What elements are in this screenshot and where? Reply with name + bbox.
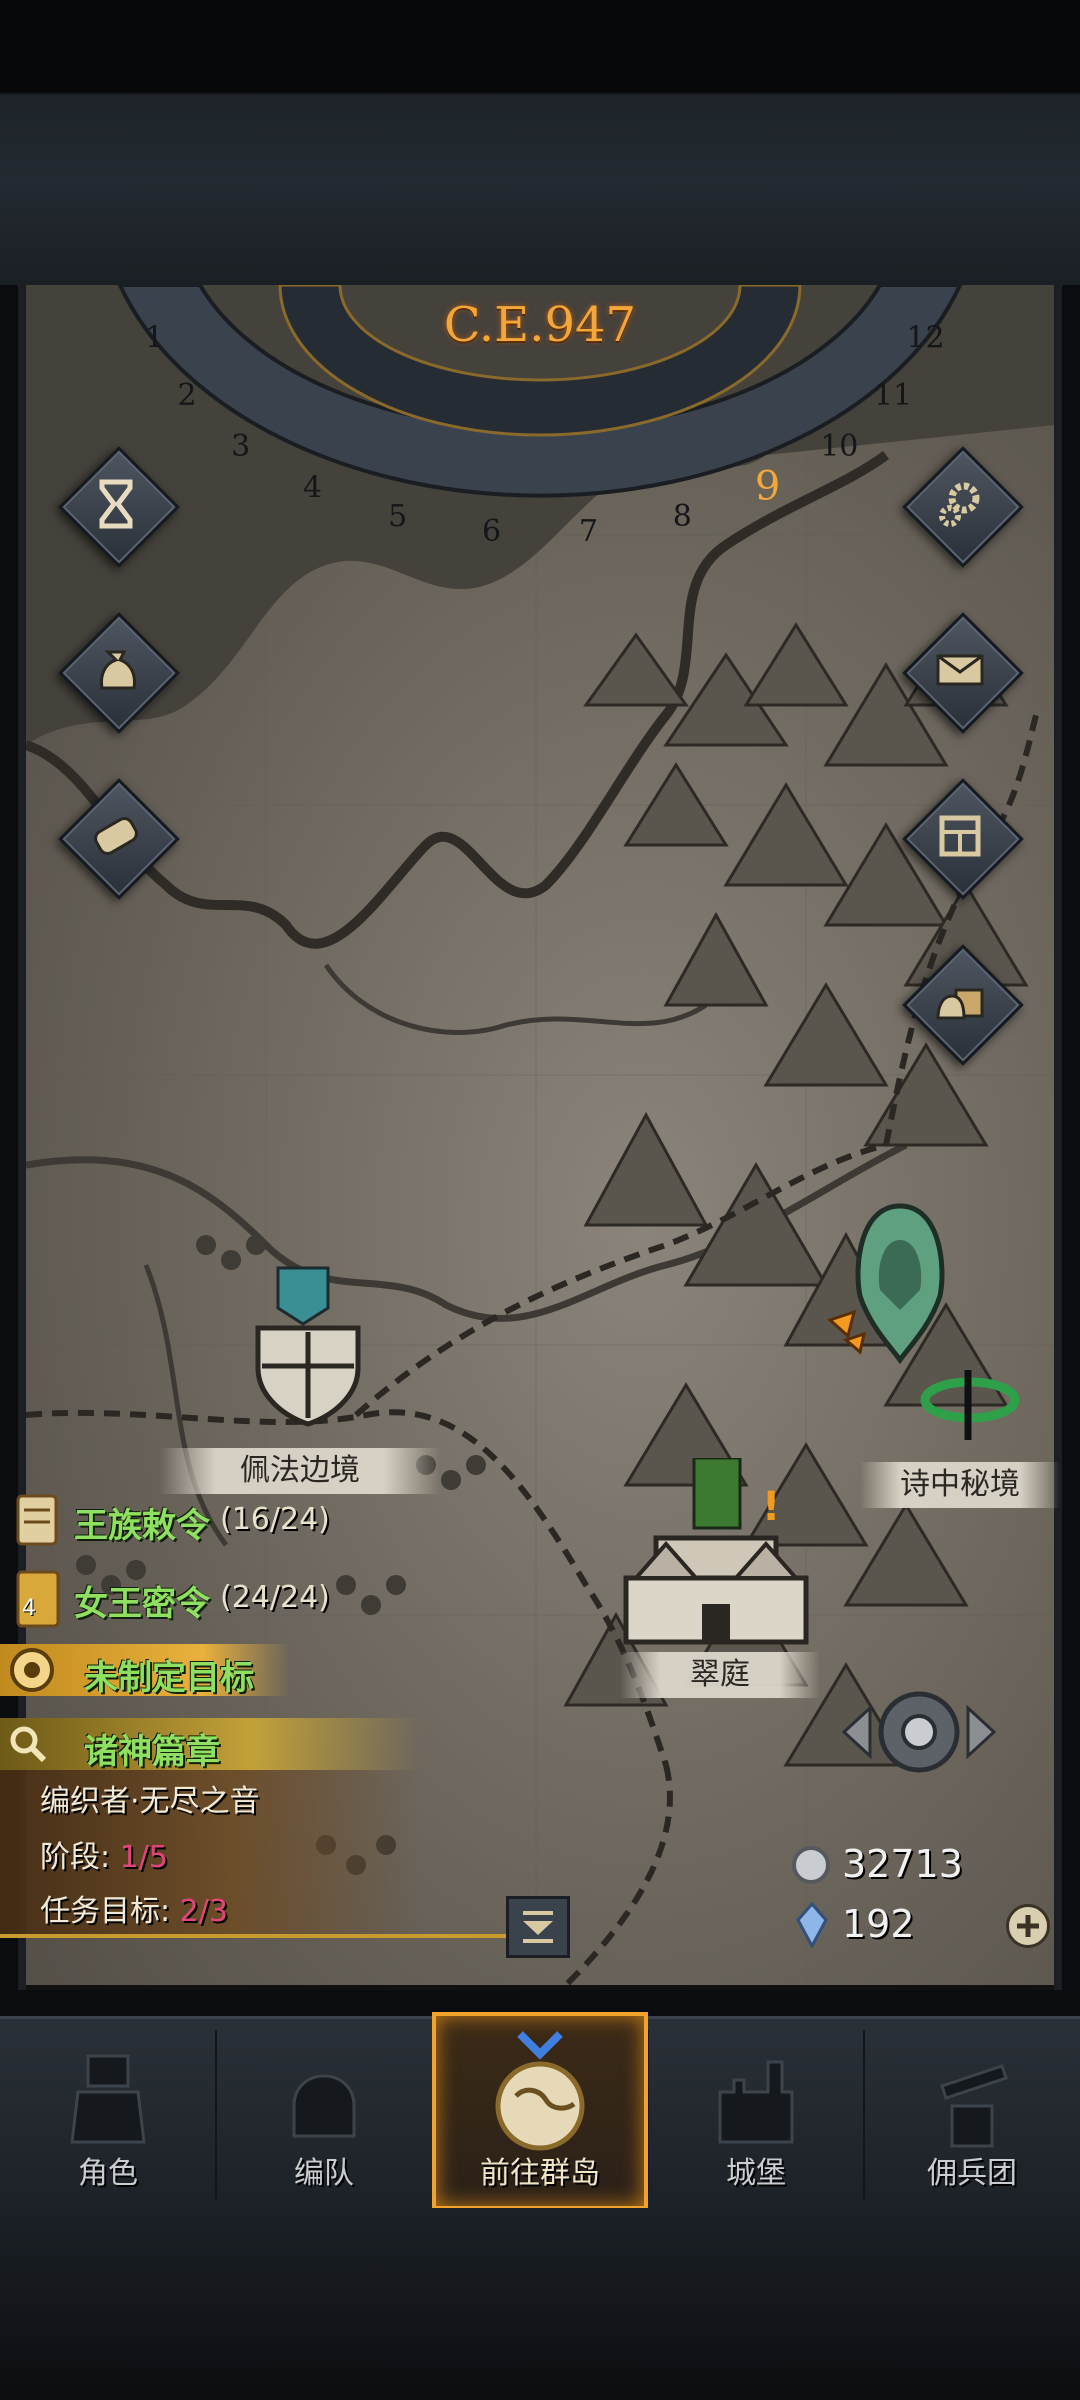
- nav-label-castle: 城堡: [726, 2156, 786, 2191]
- shop-button[interactable]: [902, 778, 1024, 900]
- crosshair-icon: [841, 1691, 997, 1773]
- location-cuiting-marker[interactable]: !: [616, 1456, 816, 1648]
- plus-icon: [1017, 1915, 1039, 1937]
- goal-label: 未制定目标: [84, 1658, 254, 1698]
- silver-amount: 32713: [842, 1842, 963, 1886]
- helmet-icon: [292, 2074, 356, 2138]
- nav-label-mercenary: 佣兵团: [927, 2156, 1017, 2191]
- quest-queen-order-count: (24/24): [220, 1580, 330, 1615]
- castle-icon: [718, 2060, 794, 2144]
- chapter-stage-value: 1/5: [119, 1840, 168, 1875]
- scroll-button[interactable]: [58, 778, 180, 900]
- gear-icon: [939, 482, 980, 527]
- chapter-target-value: 2/3: [179, 1894, 228, 1929]
- location-pefa-border-marker[interactable]: [218, 1248, 398, 1428]
- silver-counter: 32713: [790, 1840, 1000, 1890]
- crystal-icon: [796, 1902, 828, 1948]
- castle-town-icon: !: [623, 1456, 809, 1645]
- crystal-amount: 192: [842, 1902, 915, 1946]
- hourglass-icon: [99, 479, 133, 529]
- silver-coin-icon: [792, 1846, 830, 1884]
- chapter-label: 诸神篇章: [84, 1732, 220, 1772]
- target-icon: [10, 1648, 54, 1692]
- chapter-target: 任务目标: 2/3: [40, 1886, 228, 1930]
- queen-order-icon: [16, 1570, 60, 1628]
- shop-icon: [939, 815, 981, 857]
- era-year-label: C.E.947: [443, 297, 637, 353]
- bottom-band: [0, 2208, 1080, 2400]
- location-poem-realm-marker[interactable]: [820, 1200, 1020, 1450]
- nav-item-formation[interactable]: 编队: [216, 2016, 432, 2208]
- month-label: 5: [388, 499, 407, 534]
- location-label-pefa-border[interactable]: 佩法边境: [160, 1448, 440, 1494]
- supply-button[interactable]: [902, 944, 1024, 1066]
- quest-royal-decree-count: (16/24): [220, 1502, 330, 1537]
- bag-button[interactable]: [58, 612, 180, 734]
- location-label-cuiting[interactable]: 翠庭: [620, 1652, 820, 1698]
- month-label: 11: [874, 378, 912, 413]
- month-label: 4: [303, 470, 322, 505]
- location-label-poem-realm[interactable]: 诗中秘境: [860, 1462, 1060, 1508]
- top-status-band: [0, 0, 1080, 285]
- chapter-target-label: 任务目标:: [40, 1894, 171, 1929]
- mail-icon: [936, 654, 984, 686]
- quest-queen-order[interactable]: 4 女王密令 (24/24): [0, 1568, 400, 1628]
- locate-player-button[interactable]: [834, 1672, 1004, 1792]
- chapter-detail-panel[interactable]: 编织者·无尽之音 阶段: 1/5 任务目标: 2/3: [0, 1770, 420, 1938]
- quest-panel-divider: [0, 1934, 560, 1938]
- month-label: 2: [177, 378, 196, 413]
- chapter-quest-name: 编织者·无尽之音: [40, 1784, 260, 1819]
- month-label: 8: [673, 499, 692, 534]
- globe-icon: [495, 2031, 585, 2151]
- mercenary-icon: [940, 2064, 1008, 2148]
- month-label: 7: [579, 514, 598, 549]
- month-label: 12: [906, 321, 944, 356]
- shield-crest-icon: [255, 1266, 361, 1427]
- scroll-icon: [94, 817, 138, 855]
- magnifier-icon: [10, 1726, 47, 1763]
- collapse-arrow-icon: [523, 1911, 553, 1943]
- queen-order-badge: 4: [22, 1596, 36, 1621]
- quest-queen-order-label: 女王密令: [74, 1584, 210, 1624]
- knight-icon: [70, 2054, 146, 2144]
- month-label: 6: [482, 514, 501, 549]
- nav-label-formation: 编队: [294, 2156, 354, 2191]
- chapter-stage-label: 阶段:: [40, 1840, 111, 1875]
- quest-royal-decree-label: 王族敕令: [74, 1506, 210, 1546]
- nav-label-islands: 前往群岛: [480, 2156, 600, 2191]
- hourglass-button[interactable]: [58, 446, 180, 568]
- add-crystal-button[interactable]: [1006, 1904, 1050, 1948]
- current-month-label: 9: [755, 463, 780, 509]
- nav-label-character: 角色: [78, 2156, 138, 2191]
- svg-text:!: !: [762, 1484, 780, 1530]
- collapse-panel-button[interactable]: [506, 1896, 570, 1958]
- goal-banner[interactable]: 未制定目标: [0, 1644, 290, 1698]
- nav-item-mercenary[interactable]: 佣兵团: [864, 2016, 1080, 2208]
- mail-button[interactable]: [902, 612, 1024, 734]
- player-helmet-marker-icon: [827, 1203, 1020, 1440]
- month-label: 10: [820, 429, 858, 464]
- decree-scroll-icon: [16, 1494, 58, 1546]
- settings-button[interactable]: [902, 446, 1024, 568]
- crystal-counter: 192: [790, 1900, 1000, 1950]
- nav-item-character[interactable]: 角色: [0, 2016, 216, 2208]
- nav-item-islands[interactable]: 前往群岛: [432, 2016, 648, 2208]
- chapter-banner[interactable]: 诸神篇章: [0, 1718, 420, 1772]
- quest-royal-decree[interactable]: 王族敕令 (16/24): [0, 1490, 400, 1550]
- nav-item-castle[interactable]: 城堡: [648, 2016, 864, 2208]
- supply-icon: [936, 988, 984, 1020]
- month-label: 3: [231, 429, 250, 464]
- month-label: 1: [145, 321, 164, 356]
- bag-icon: [100, 650, 136, 690]
- chapter-stage: 阶段: 1/5: [40, 1832, 168, 1876]
